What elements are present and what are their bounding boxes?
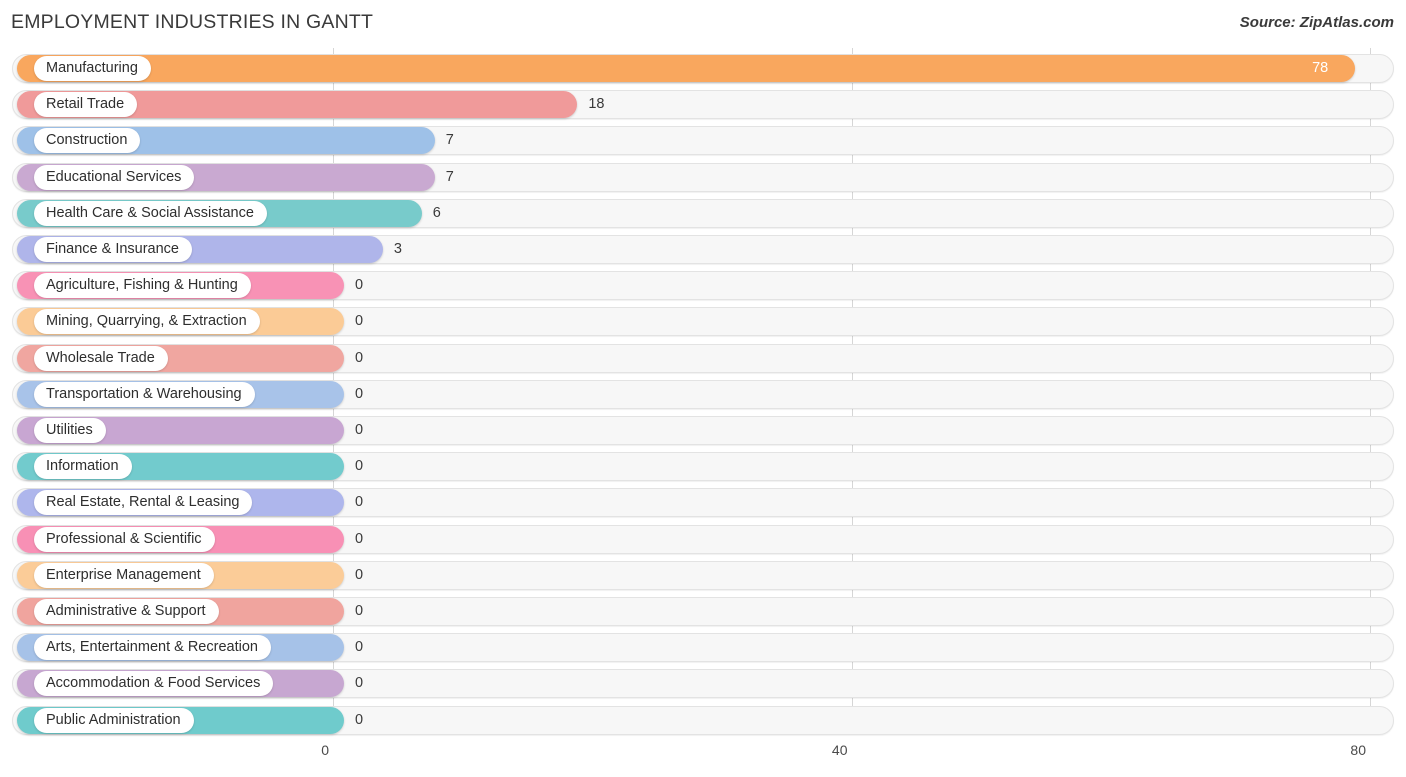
chart-row[interactable]: Educational Services 7 bbox=[12, 162, 1394, 192]
value-label: 0 bbox=[355, 711, 364, 728]
category-label: Mining, Quarrying, & Extraction bbox=[34, 309, 260, 335]
x-tick-label: 0 bbox=[321, 742, 329, 758]
chart-row[interactable]: Administrative & Support 0 bbox=[12, 597, 1394, 626]
chart-row[interactable]: Real Estate, Rental & Leasing 0 bbox=[12, 488, 1394, 518]
value-label: 0 bbox=[355, 675, 364, 692]
value-label: 78 bbox=[1312, 60, 1329, 76]
chart-row[interactable]: Retail Trade 18 bbox=[12, 90, 1394, 120]
value-label: 0 bbox=[355, 494, 364, 511]
chart-row[interactable]: Finance & Insurance 3 bbox=[12, 235, 1394, 264]
category-label: Health Care & Social Assistance bbox=[34, 200, 267, 226]
value-label: 18 bbox=[588, 96, 605, 113]
x-axis: 0 40 80 bbox=[0, 742, 1406, 766]
plot-area: Manufacturing 78 Retail Trade 18 Constructio… bbox=[0, 48, 1406, 738]
category-label: Public Administration bbox=[34, 707, 194, 733]
page-title: EMPLOYMENT INDUSTRIES IN GANTT bbox=[11, 11, 374, 33]
chart-row[interactable]: Utilities 0 bbox=[12, 416, 1394, 445]
chart-row[interactable]: Information 0 bbox=[12, 452, 1394, 482]
value-bar[interactable] bbox=[17, 55, 1356, 82]
value-label: 0 bbox=[355, 277, 364, 294]
value-label: 0 bbox=[355, 603, 364, 619]
category-label: Arts, Entertainment & Recreation bbox=[34, 635, 271, 661]
value-label: 0 bbox=[355, 349, 364, 366]
category-label: Retail Trade bbox=[34, 92, 138, 118]
category-label: Construction bbox=[34, 128, 141, 154]
x-tick-label: 80 bbox=[1350, 742, 1366, 758]
chart-row[interactable]: Manufacturing 78 bbox=[12, 54, 1394, 83]
value-label: 7 bbox=[445, 132, 454, 149]
category-label: Educational Services bbox=[34, 164, 195, 190]
chart-row[interactable]: Agriculture, Fishing & Hunting 0 bbox=[12, 271, 1394, 301]
category-label: Manufacturing bbox=[34, 56, 151, 81]
category-label: Agriculture, Fishing & Hunting bbox=[34, 273, 251, 299]
value-label: 7 bbox=[445, 168, 454, 185]
chart-row[interactable]: Arts, Entertainment & Recreation 0 bbox=[12, 633, 1394, 663]
chart-row[interactable]: Construction 7 bbox=[12, 126, 1394, 156]
value-label: 0 bbox=[355, 422, 364, 438]
chart-row[interactable]: Wholesale Trade 0 bbox=[12, 343, 1394, 373]
value-label: 0 bbox=[355, 458, 364, 475]
chart-row[interactable]: Accommodation & Food Services 0 bbox=[12, 669, 1394, 699]
source-attribution: Source: ZipAtlas.com bbox=[1239, 14, 1394, 31]
category-label: Professional & Scientific bbox=[34, 526, 215, 552]
value-label: 0 bbox=[355, 385, 364, 402]
x-tick-label: 40 bbox=[831, 742, 848, 758]
chart-row[interactable]: Public Administration 0 bbox=[12, 705, 1394, 735]
category-label: Wholesale Trade bbox=[34, 345, 168, 371]
category-label: Finance & Insurance bbox=[34, 237, 192, 262]
value-label: 0 bbox=[355, 566, 364, 583]
chart-row[interactable]: Health Care & Social Assistance 6 bbox=[12, 198, 1394, 228]
value-label: 0 bbox=[355, 530, 364, 547]
category-label: Real Estate, Rental & Leasing bbox=[34, 490, 253, 516]
category-label: Administrative & Support bbox=[34, 599, 219, 624]
category-label: Utilities bbox=[34, 418, 106, 443]
category-label: Enterprise Management bbox=[34, 562, 214, 588]
category-label: Information bbox=[34, 454, 132, 480]
value-label: 0 bbox=[355, 313, 364, 330]
value-label: 3 bbox=[393, 241, 402, 257]
category-label: Accommodation & Food Services bbox=[34, 671, 274, 697]
chart-row[interactable]: Transportation & Warehousing 0 bbox=[12, 379, 1394, 409]
category-label: Transportation & Warehousing bbox=[34, 381, 255, 407]
chart-row[interactable]: Mining, Quarrying, & Extraction 0 bbox=[12, 307, 1394, 337]
chart-row[interactable]: Enterprise Management 0 bbox=[12, 560, 1394, 590]
value-label: 0 bbox=[355, 639, 364, 656]
chart-row[interactable]: Professional & Scientific 0 bbox=[12, 524, 1394, 554]
value-label: 6 bbox=[432, 204, 441, 221]
chart-page: EMPLOYMENT INDUSTRIES IN GANTT Source: Z… bbox=[0, 0, 1406, 777]
